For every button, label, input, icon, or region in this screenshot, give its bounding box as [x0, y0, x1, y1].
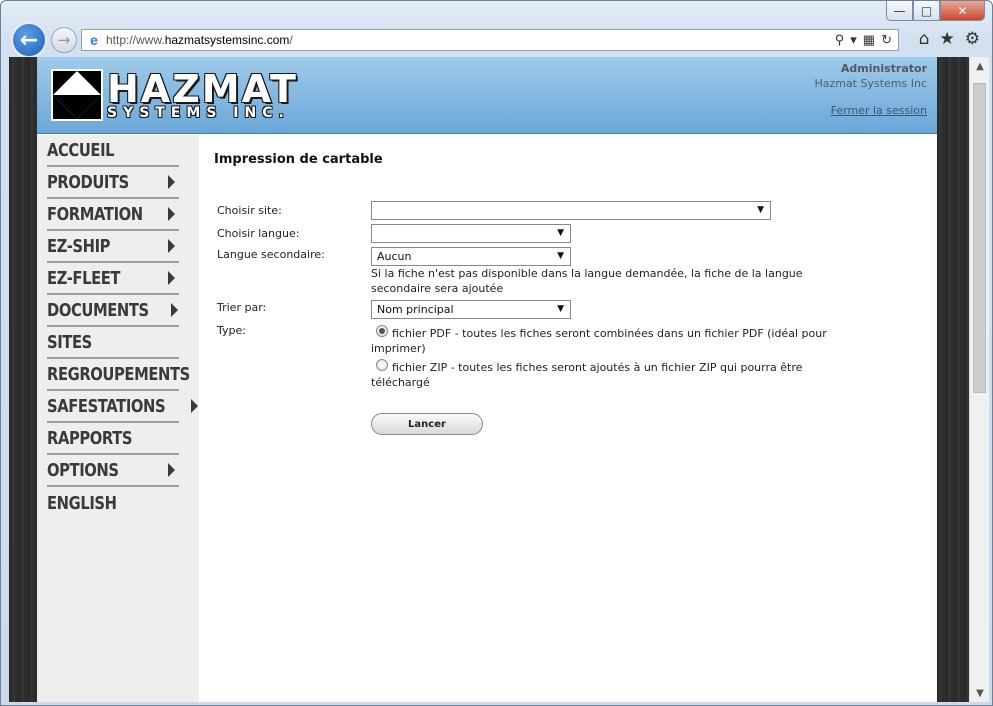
secondary-language-value: Aucun	[377, 250, 412, 263]
site-label: Choisir site:	[217, 204, 282, 217]
sidebar-item-sites[interactable]: SITES	[47, 327, 179, 359]
maximize-button[interactable]: □	[913, 1, 940, 21]
chevron-down-icon: ▼	[557, 251, 564, 261]
refresh-icon[interactable]: ↻	[881, 32, 892, 48]
search-icon[interactable]: ⚲	[835, 32, 845, 48]
sidebar-item-options[interactable]: OPTIONS	[47, 455, 179, 487]
chevron-down-icon: ▼	[557, 304, 564, 314]
logo-systems-text: SYSTEMS INC.	[107, 105, 290, 121]
web-page: HAZMAT SYSTEMS INC. Administrator Hazmat…	[37, 57, 937, 702]
logo-diamond-black	[53, 71, 101, 119]
sidebar-item-documents[interactable]: DOCUMENTS	[47, 295, 179, 327]
sort-label: Trier par:	[217, 301, 267, 314]
page-title: Impression de cartable	[214, 152, 383, 167]
page-viewport: HAZMAT SYSTEMS INC. Administrator Hazmat…	[9, 57, 989, 702]
sidebar-item-label: EZ-SHIP	[47, 235, 111, 257]
vertical-scrollbar[interactable]: ▲ ▼	[969, 57, 989, 702]
main-content: Impression de cartable	[214, 152, 914, 167]
minimize-button[interactable]: —	[886, 1, 913, 21]
hazmat-diamond-icon	[51, 69, 103, 121]
sidebar-item-accueil[interactable]: ACCUEIL	[47, 135, 179, 167]
chevron-right-icon	[168, 207, 175, 221]
secondary-language-select[interactable]: Aucun ▼	[371, 247, 571, 266]
address-tools: ⚲ ▾ ▦ ↻	[835, 32, 898, 48]
close-window-button[interactable]: ✕	[940, 1, 985, 21]
sidebar-item-regroupements[interactable]: REGROUPEMENTS	[47, 359, 190, 391]
pdf-option-line2: imprimer)	[371, 342, 426, 355]
browser-toolbar-icons: ⌂ ★ ⚙	[919, 29, 980, 49]
scroll-thumb[interactable]	[973, 83, 986, 393]
user-name: Administrator	[840, 62, 927, 75]
chevron-right-icon	[171, 303, 179, 317]
arrow-left-icon: ←	[19, 27, 39, 53]
ie-page-icon: e	[90, 32, 98, 48]
compatibility-icon[interactable]: ▦	[863, 32, 875, 48]
sidebar-item-label: ACCUEIL	[47, 139, 115, 161]
pdf-radio[interactable]	[376, 325, 388, 337]
chevron-down-icon: ▼	[557, 228, 564, 238]
scroll-up-icon[interactable]: ▲	[970, 57, 989, 75]
url-host: hazmatsystemsinc.com	[164, 33, 290, 47]
scroll-down-icon[interactable]: ▼	[970, 684, 989, 702]
dropdown-icon[interactable]: ▾	[850, 32, 857, 48]
sidebar-item-label: REGROUPEMENTS	[47, 363, 190, 385]
sort-select-value: Nom principal	[377, 303, 454, 316]
sidebar-item-label: EZ-FLEET	[47, 267, 121, 289]
site-select[interactable]: ▼	[371, 201, 771, 220]
star-icon[interactable]: ★	[940, 29, 955, 49]
home-icon[interactable]: ⌂	[919, 29, 930, 49]
logo-hazmat-text: HAZMAT	[107, 67, 298, 111]
chevron-right-icon	[168, 271, 175, 285]
sidebar-nav: ACCUEIL PRODUITS FORMATION EZ-SHIP EZ-FL…	[37, 135, 199, 702]
sidebar-item-safestations[interactable]: SAFESTATIONS	[47, 391, 199, 423]
logo-text: HAZMAT SYSTEMS INC.	[107, 70, 298, 120]
hazmat-logo[interactable]: HAZMAT SYSTEMS INC.	[51, 69, 298, 121]
back-button[interactable]: ←	[11, 22, 47, 58]
language-select[interactable]: ▼	[371, 224, 571, 243]
url-suffix: /	[289, 33, 293, 47]
chevron-right-icon	[168, 463, 175, 477]
logout-link[interactable]: Fermer la session	[831, 104, 927, 117]
sidebar-item-ez-fleet[interactable]: EZ-FLEET	[47, 263, 179, 295]
sort-select[interactable]: Nom principal ▼	[371, 300, 571, 319]
sidebar-item-label: SITES	[47, 331, 92, 353]
sidebar-item-label: FORMATION	[47, 203, 143, 225]
sidebar-item-formation[interactable]: FORMATION	[47, 199, 179, 231]
window-controls: — □ ✕	[886, 1, 985, 21]
forward-button[interactable]: →	[51, 27, 77, 53]
language-label: Choisir langue:	[217, 227, 300, 240]
user-company: Hazmat Systems Inc	[814, 77, 927, 90]
sidebar-item-ez-ship[interactable]: EZ-SHIP	[47, 231, 179, 263]
zip-option-line2: téléchargé	[371, 376, 430, 389]
secondary-language-hint-line1: Si la fiche n'est pas disponible dans la…	[371, 267, 803, 280]
sidebar-item-rapports[interactable]: RAPPORTS	[47, 423, 179, 455]
arrow-right-icon: →	[57, 31, 71, 49]
chevron-down-icon: ▼	[757, 205, 764, 215]
launch-button[interactable]: Lancer	[371, 413, 483, 435]
sidebar-item-label: DOCUMENTS	[47, 299, 149, 321]
address-bar[interactable]: e http://www.hazmatsystemsinc.com/ ⚲ ▾ ▦…	[81, 29, 899, 51]
secondary-language-hint-line2: secondaire sera ajoutée	[371, 282, 504, 295]
gear-icon[interactable]: ⚙	[965, 29, 980, 49]
sidebar-item-label: OPTIONS	[47, 459, 119, 481]
type-label: Type:	[217, 324, 246, 337]
sidebar-item-label: SAFESTATIONS	[47, 395, 166, 417]
sidebar-item-produits[interactable]: PRODUITS	[47, 167, 179, 199]
user-info: Administrator Hazmat Systems Inc Fermer …	[814, 62, 927, 118]
sidebar-item-label: ENGLISH	[47, 492, 117, 514]
sidebar-item-english[interactable]: ENGLISH	[47, 487, 179, 519]
pdf-option-line1: fichier PDF - toutes les fiches seront c…	[392, 327, 827, 340]
zip-radio[interactable]	[376, 359, 388, 371]
url-text[interactable]: http://www.hazmatsystemsinc.com/	[106, 33, 293, 47]
sidebar-item-label: PRODUITS	[47, 171, 129, 193]
chevron-right-icon	[168, 175, 175, 189]
browser-window: — □ ✕ ← → e http://www.hazmatsystemsinc.…	[0, 0, 993, 706]
chevron-right-icon	[168, 239, 175, 253]
zip-option-line1: fichier ZIP - toutes les fiches seront a…	[392, 361, 803, 374]
url-prefix: http://www.	[106, 33, 165, 47]
chevron-right-icon	[191, 399, 199, 413]
site-header: HAZMAT SYSTEMS INC. Administrator Hazmat…	[37, 57, 937, 134]
sidebar-item-label: RAPPORTS	[47, 427, 133, 449]
secondary-language-label: Langue secondaire:	[217, 248, 325, 261]
